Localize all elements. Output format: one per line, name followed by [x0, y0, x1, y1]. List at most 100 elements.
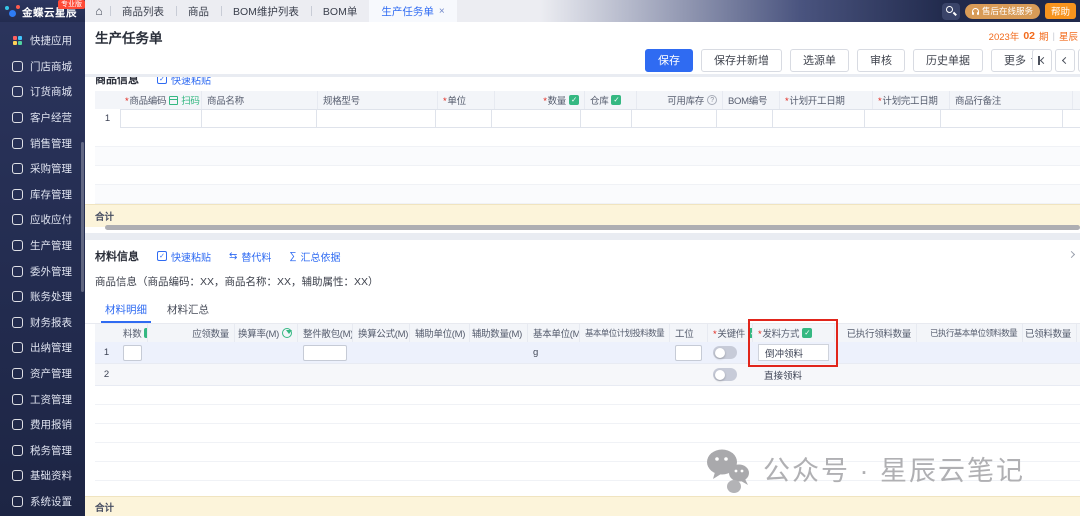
audit-button[interactable]: 审核 — [857, 49, 905, 72]
sidebar-item[interactable]: 库存管理 — [0, 182, 85, 208]
product-cell[interactable] — [491, 109, 581, 128]
save-and-new-button[interactable]: 保存并新增 — [701, 49, 782, 72]
help-button[interactable]: 帮助 — [1045, 3, 1076, 19]
column-label: *数量 — [543, 93, 566, 107]
sidebar-item-label: 税务管理 — [30, 443, 72, 458]
product-cell[interactable] — [201, 109, 317, 128]
product-column-header[interactable]: 规格型号 — [318, 91, 438, 109]
product-column-header[interactable]: 商品名称 — [202, 91, 318, 109]
sidebar-scrollbar[interactable] — [81, 142, 84, 292]
product-cell[interactable] — [940, 109, 1063, 128]
material-column-header[interactable]: 基本单位计划投料数量 — [580, 324, 670, 342]
after-sales-service-button[interactable]: 售后在线服务 — [965, 4, 1040, 19]
product-column-header[interactable]: *商品编码 扫码 — [120, 91, 202, 109]
quick-paste-link[interactable]: 快速粘贴 — [157, 77, 211, 87]
qty-input[interactable] — [123, 345, 142, 361]
sidebar-item[interactable]: 生产管理 — [0, 233, 85, 259]
pick-source-button[interactable]: 选源单 — [790, 49, 849, 72]
sidebar-item[interactable]: 门店商城 — [0, 54, 85, 80]
history-button[interactable]: 历史单据 — [913, 49, 983, 72]
sidebar-item[interactable]: 税务管理 — [0, 438, 85, 464]
material-tab[interactable]: 材料汇总 — [157, 297, 219, 323]
product-column-header[interactable]: BOM编号 — [723, 91, 780, 109]
material-column-header[interactable]: 料数 — [118, 324, 148, 342]
material-column-header[interactable]: 辅助单位(M) — [410, 324, 470, 342]
material-tool-link[interactable]: 汇总依据 — [289, 249, 340, 264]
issue-method-value[interactable]: 直接领料 — [758, 368, 802, 382]
product-cell[interactable] — [716, 109, 773, 128]
product-cell[interactable] — [316, 109, 436, 128]
material-column-header[interactable]: 换算公式(M) — [353, 324, 410, 342]
material-column-header[interactable]: 应领数量 — [148, 324, 235, 342]
sidebar-item[interactable]: 委外管理 — [0, 258, 85, 284]
save-button[interactable]: 保存 — [645, 49, 693, 72]
empty-row — [95, 386, 1080, 405]
horizontal-scrollbar[interactable] — [105, 225, 1080, 230]
material-column-header[interactable]: *发料方式 — [753, 324, 835, 342]
key-part-toggle[interactable] — [713, 346, 737, 359]
product-cell[interactable] — [580, 109, 632, 128]
sidebar-item[interactable]: 系统设置 — [0, 489, 85, 515]
product-column-header[interactable]: 商品行备注 — [950, 91, 1073, 109]
search-button[interactable] — [942, 3, 960, 20]
material-table-header: 料数 应领数量 换算率(M) — [95, 324, 1080, 342]
sidebar-item-label: 财务报表 — [30, 315, 72, 330]
document-tab[interactable]: BOM维护列表 — [221, 0, 311, 22]
product-column-header[interactable]: *单位 — [438, 91, 495, 109]
sidebar-item[interactable]: 销售管理 — [0, 130, 85, 156]
pack-input[interactable] — [303, 345, 347, 361]
material-column-header[interactable]: 辅助数量(M) — [470, 324, 528, 342]
issue-method-select[interactable]: 倒冲领料 — [758, 344, 829, 361]
product-cell[interactable] — [864, 109, 941, 128]
sidebar-item[interactable]: 快捷应用 — [0, 28, 85, 54]
material-tool-link[interactable]: 快速粘贴 — [157, 249, 211, 264]
document-tab[interactable]: 生产任务单 × — [369, 0, 456, 22]
product-column-header[interactable]: 仓库 — [585, 91, 637, 109]
document-tab[interactable]: 商品列表 — [110, 0, 176, 22]
scan-link[interactable]: 扫码 — [181, 93, 199, 107]
product-column-header[interactable]: *数量 — [495, 91, 585, 109]
product-row: 1 — [95, 109, 1080, 128]
sidebar-item[interactable]: 费用报销 — [0, 412, 85, 438]
material-column-header[interactable]: 工位 — [670, 324, 708, 342]
product-column-header[interactable]: 可用库存 — [637, 91, 723, 109]
watermark-dot — [727, 480, 741, 493]
document-tab[interactable]: 商品 — [176, 0, 221, 22]
sidebar-item[interactable]: 账务处理 — [0, 284, 85, 310]
workstation-input[interactable] — [675, 345, 702, 361]
sidebar-item[interactable]: 财务报表 — [0, 310, 85, 336]
sidebar-item[interactable]: 订货商城 — [0, 79, 85, 105]
document-tab[interactable]: BOM单 — [311, 0, 369, 22]
product-cell[interactable] — [631, 109, 717, 128]
product-cell[interactable] — [435, 109, 492, 128]
sidebar-item[interactable]: 客户经营 — [0, 105, 85, 131]
material-tool-link[interactable]: 替代料 — [229, 249, 271, 264]
logo[interactable]: 金蝶云星辰 专业版 — [0, 0, 85, 22]
material-column-header[interactable]: 整件散包(M) — [298, 324, 353, 342]
product-cell[interactable] — [772, 109, 865, 128]
home-icon[interactable]: ⌂ — [88, 0, 110, 22]
product-column-header[interactable]: *计划完工日期 — [873, 91, 950, 109]
key-part-toggle[interactable] — [713, 368, 737, 381]
product-column-header[interactable]: *计划开工日期 — [780, 91, 873, 109]
material-column-header[interactable]: 换算率(M) — [235, 324, 298, 342]
material-tab[interactable]: 材料明细 — [95, 297, 157, 323]
product-cell[interactable] — [1062, 109, 1080, 128]
material-column-header[interactable]: 已执行领料数量 — [835, 324, 917, 342]
product-column-header[interactable] — [1073, 91, 1080, 109]
sidebar-item[interactable]: 应收应付 — [0, 207, 85, 233]
sidebar-item[interactable]: 基础资料 — [0, 463, 85, 489]
material-column-header[interactable]: 已执行基本单位领料数量 — [917, 324, 1023, 342]
sidebar-item[interactable]: 出纳管理 — [0, 335, 85, 361]
product-cell[interactable] — [120, 109, 202, 128]
first-record-button[interactable] — [1032, 49, 1052, 72]
material-column-header[interactable]: *关键件 — [708, 324, 753, 342]
sidebar-item[interactable]: 资产管理 — [0, 361, 85, 387]
close-tab-icon[interactable]: × — [439, 6, 445, 17]
sidebar-item[interactable]: 采购管理 — [0, 156, 85, 182]
sidebar-item[interactable]: 工资管理 — [0, 386, 85, 412]
material-column-header[interactable]: 已领料数量 — [1023, 324, 1077, 342]
material-column-header[interactable]: 基本单位(M) — [528, 324, 580, 342]
previous-record-button[interactable] — [1055, 49, 1075, 72]
logo-icon — [5, 5, 21, 19]
